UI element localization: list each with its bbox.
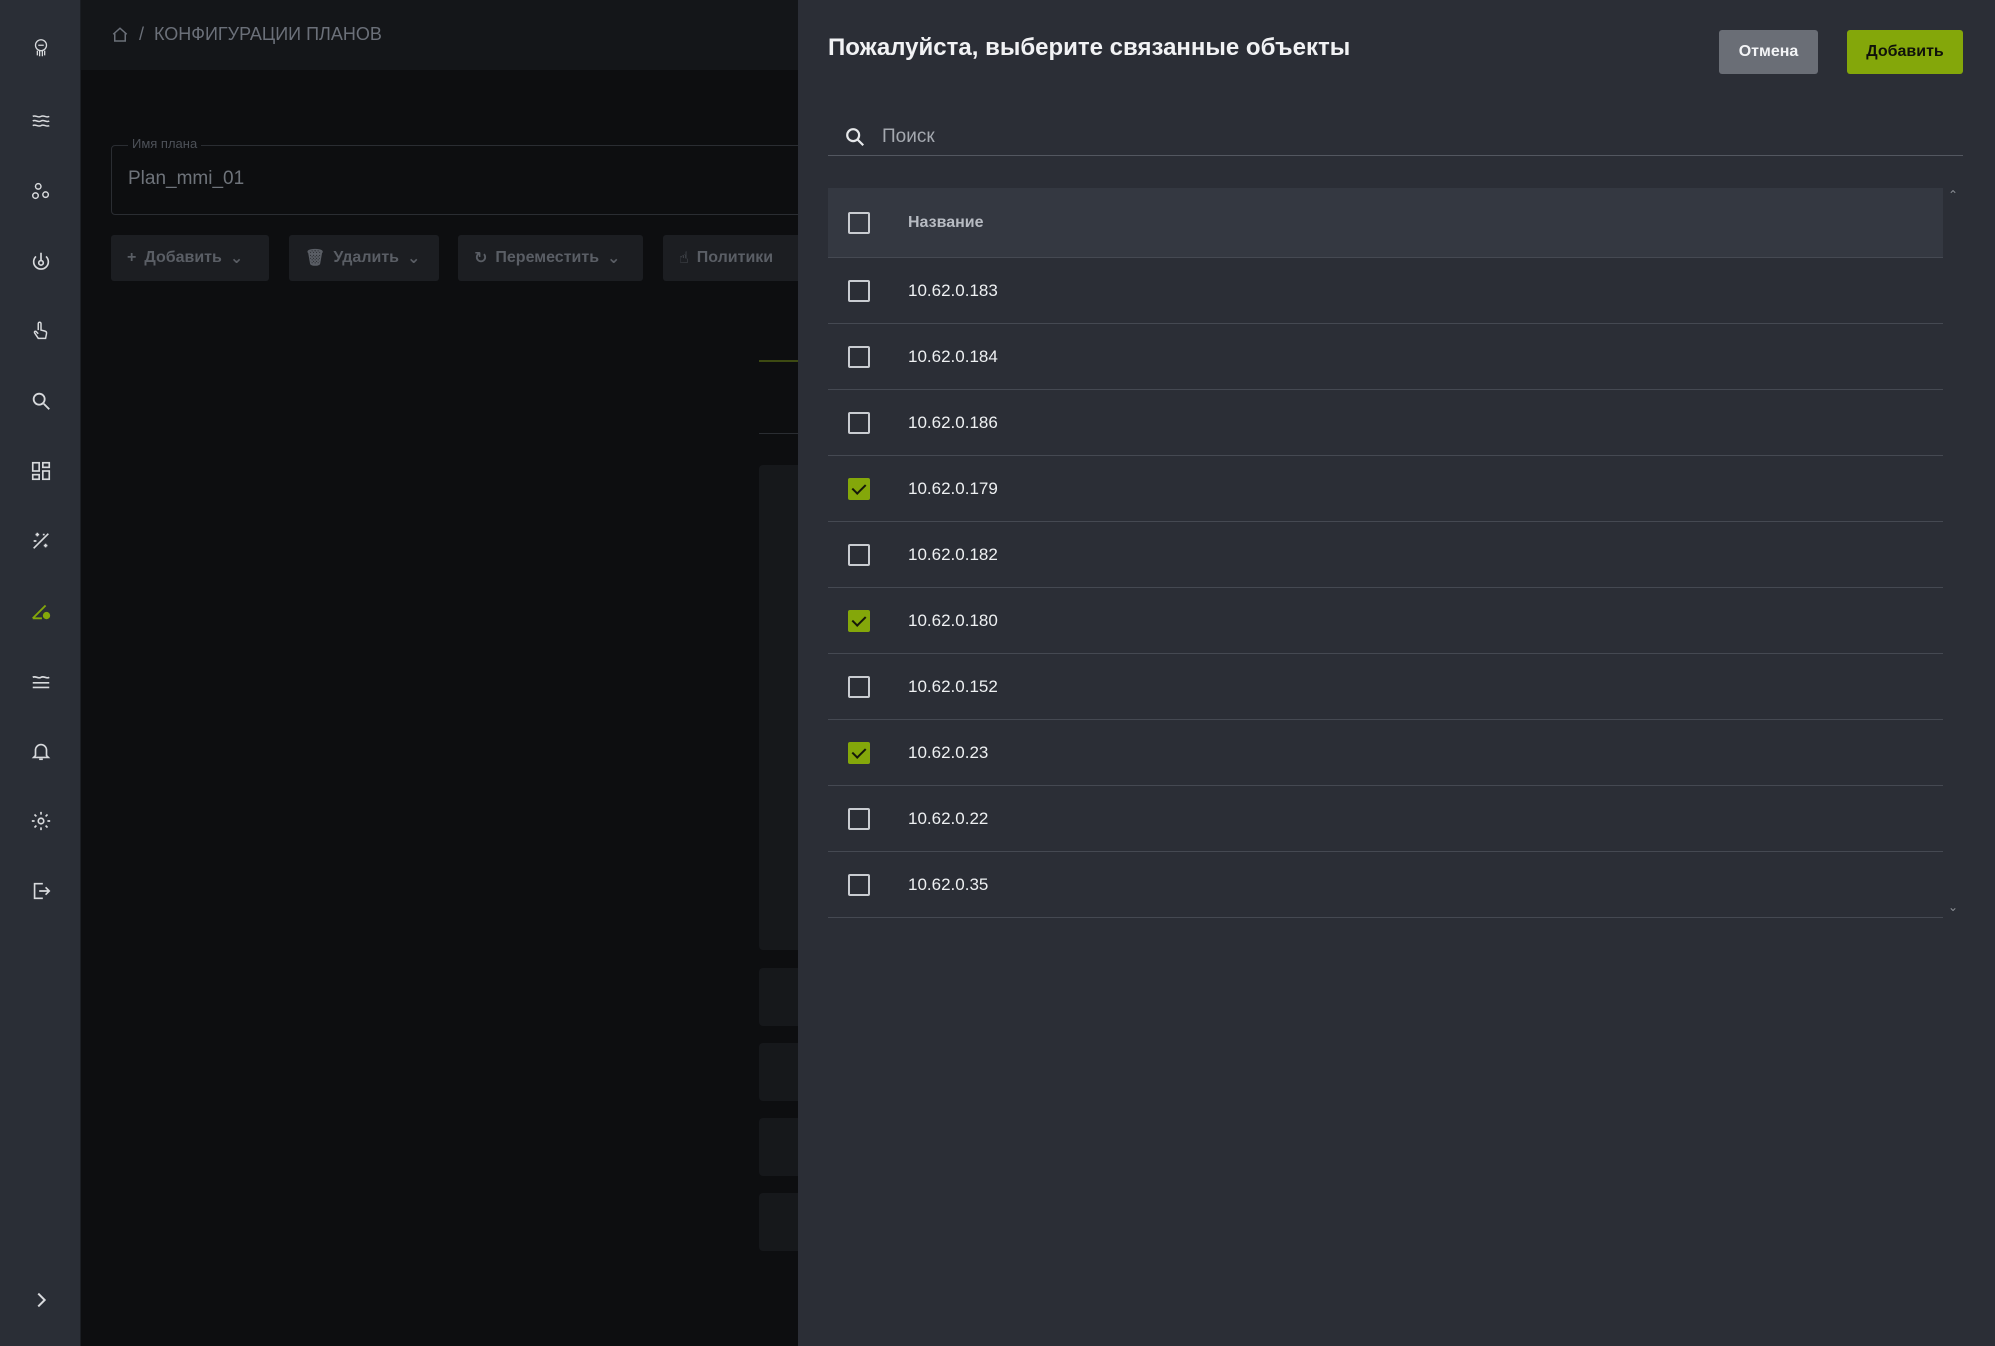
bg-policies-button: ☝ Политики [663,235,803,281]
search-input[interactable] [882,122,1942,152]
table-row[interactable]: 10.62.0.183 [828,258,1943,324]
row-checkbox[interactable] [848,741,870,764]
table-row[interactable]: 10.62.0.152 [828,654,1943,720]
row-name: 10.62.0.179 [908,478,998,498]
select-objects-drawer: Пожалуйста, выберите связанные объекты О… [798,0,1995,1346]
bg-move-button: ↻ Переместить ⌄ [458,235,643,281]
row-checkbox[interactable] [848,411,870,434]
logout-icon[interactable] [0,871,81,911]
expand-icon[interactable] [0,1280,81,1320]
bg-add-button: + Добавить ⌄ [111,235,269,281]
drawer-title: Пожалуйста, выберите связанные объекты [828,34,1351,61]
cancel-button[interactable]: Отмена [1719,30,1818,74]
objects-table: Название 10.62.0.183 10.62.0.184 10.62.0.1… [828,188,1943,918]
layers-icon[interactable] [0,661,81,701]
waves-icon[interactable] [0,101,81,141]
scroll-down-icon[interactable]: ⌄ [1946,900,1960,914]
table-row[interactable]: 10.62.0.184 [828,324,1943,390]
plan-name-field: Имя плана Plan_mmi_01 [111,136,851,215]
table-row[interactable]: 10.62.0.23 [828,720,1943,786]
column-header-name: Название [908,213,984,231]
row-name: 10.62.0.182 [908,544,998,564]
row-checkbox[interactable] [848,279,870,302]
search-icon[interactable] [0,381,81,421]
table-row[interactable]: 10.62.0.22 [828,786,1943,852]
table-scrollbar[interactable]: ⌃ ⌄ [1943,188,1963,918]
logo-icon[interactable] [0,28,81,68]
row-name: 10.62.0.184 [908,346,998,366]
bell-icon[interactable] [0,731,81,771]
row-name: 10.62.0.22 [908,808,989,828]
row-checkbox[interactable] [848,807,870,830]
search-icon [846,128,865,147]
pointer-icon[interactable] [0,311,81,351]
nodes-icon[interactable] [0,171,81,211]
row-checkbox[interactable] [848,543,870,566]
row-name: 10.62.0.152 [908,676,998,696]
row-checkbox[interactable] [848,675,870,698]
row-checkbox[interactable] [848,609,870,632]
bg-delete-button: 🗑 Удалить ⌄ [289,235,439,281]
select-all-checkbox[interactable] [848,211,870,234]
row-name: 10.62.0.183 [908,280,998,300]
table-row[interactable]: 10.62.0.180 [828,588,1943,654]
search-field [828,118,1963,156]
plan-name-value: Plan_mmi_01 [128,168,245,189]
row-checkbox[interactable] [848,345,870,368]
row-name: 10.62.0.186 [908,412,998,432]
add-button[interactable]: Добавить [1847,30,1963,74]
gear-icon[interactable] [0,801,81,841]
row-name: 10.62.0.23 [908,742,989,762]
row-checkbox[interactable] [848,873,870,896]
table-header: Название [828,188,1943,258]
breadcrumb: / КОНФИГУРАЦИИ ПЛАНОВ [111,24,382,45]
table-row[interactable]: 10.62.0.35 [828,852,1943,918]
table-row[interactable]: 10.62.0.182 [828,522,1943,588]
breadcrumb-separator: / [139,24,145,44]
sidebar [0,0,81,1346]
row-checkbox[interactable] [848,477,870,500]
magic-icon[interactable] [0,521,81,561]
scroll-up-icon[interactable]: ⌃ [1946,188,1960,202]
breadcrumb-current: КОНФИГУРАЦИИ ПЛАНОВ [154,24,382,44]
plan-name-label: Имя плана [128,136,202,151]
home-icon[interactable] [111,26,129,44]
row-name: 10.62.0.180 [908,610,998,630]
table-row[interactable]: 10.62.0.179 [828,456,1943,522]
power-icon[interactable] [0,241,81,281]
row-name: 10.62.0.35 [908,874,989,894]
dashboard-icon[interactable] [0,451,81,491]
table-row[interactable]: 10.62.0.186 [828,390,1943,456]
plan-config-icon[interactable] [0,591,81,631]
